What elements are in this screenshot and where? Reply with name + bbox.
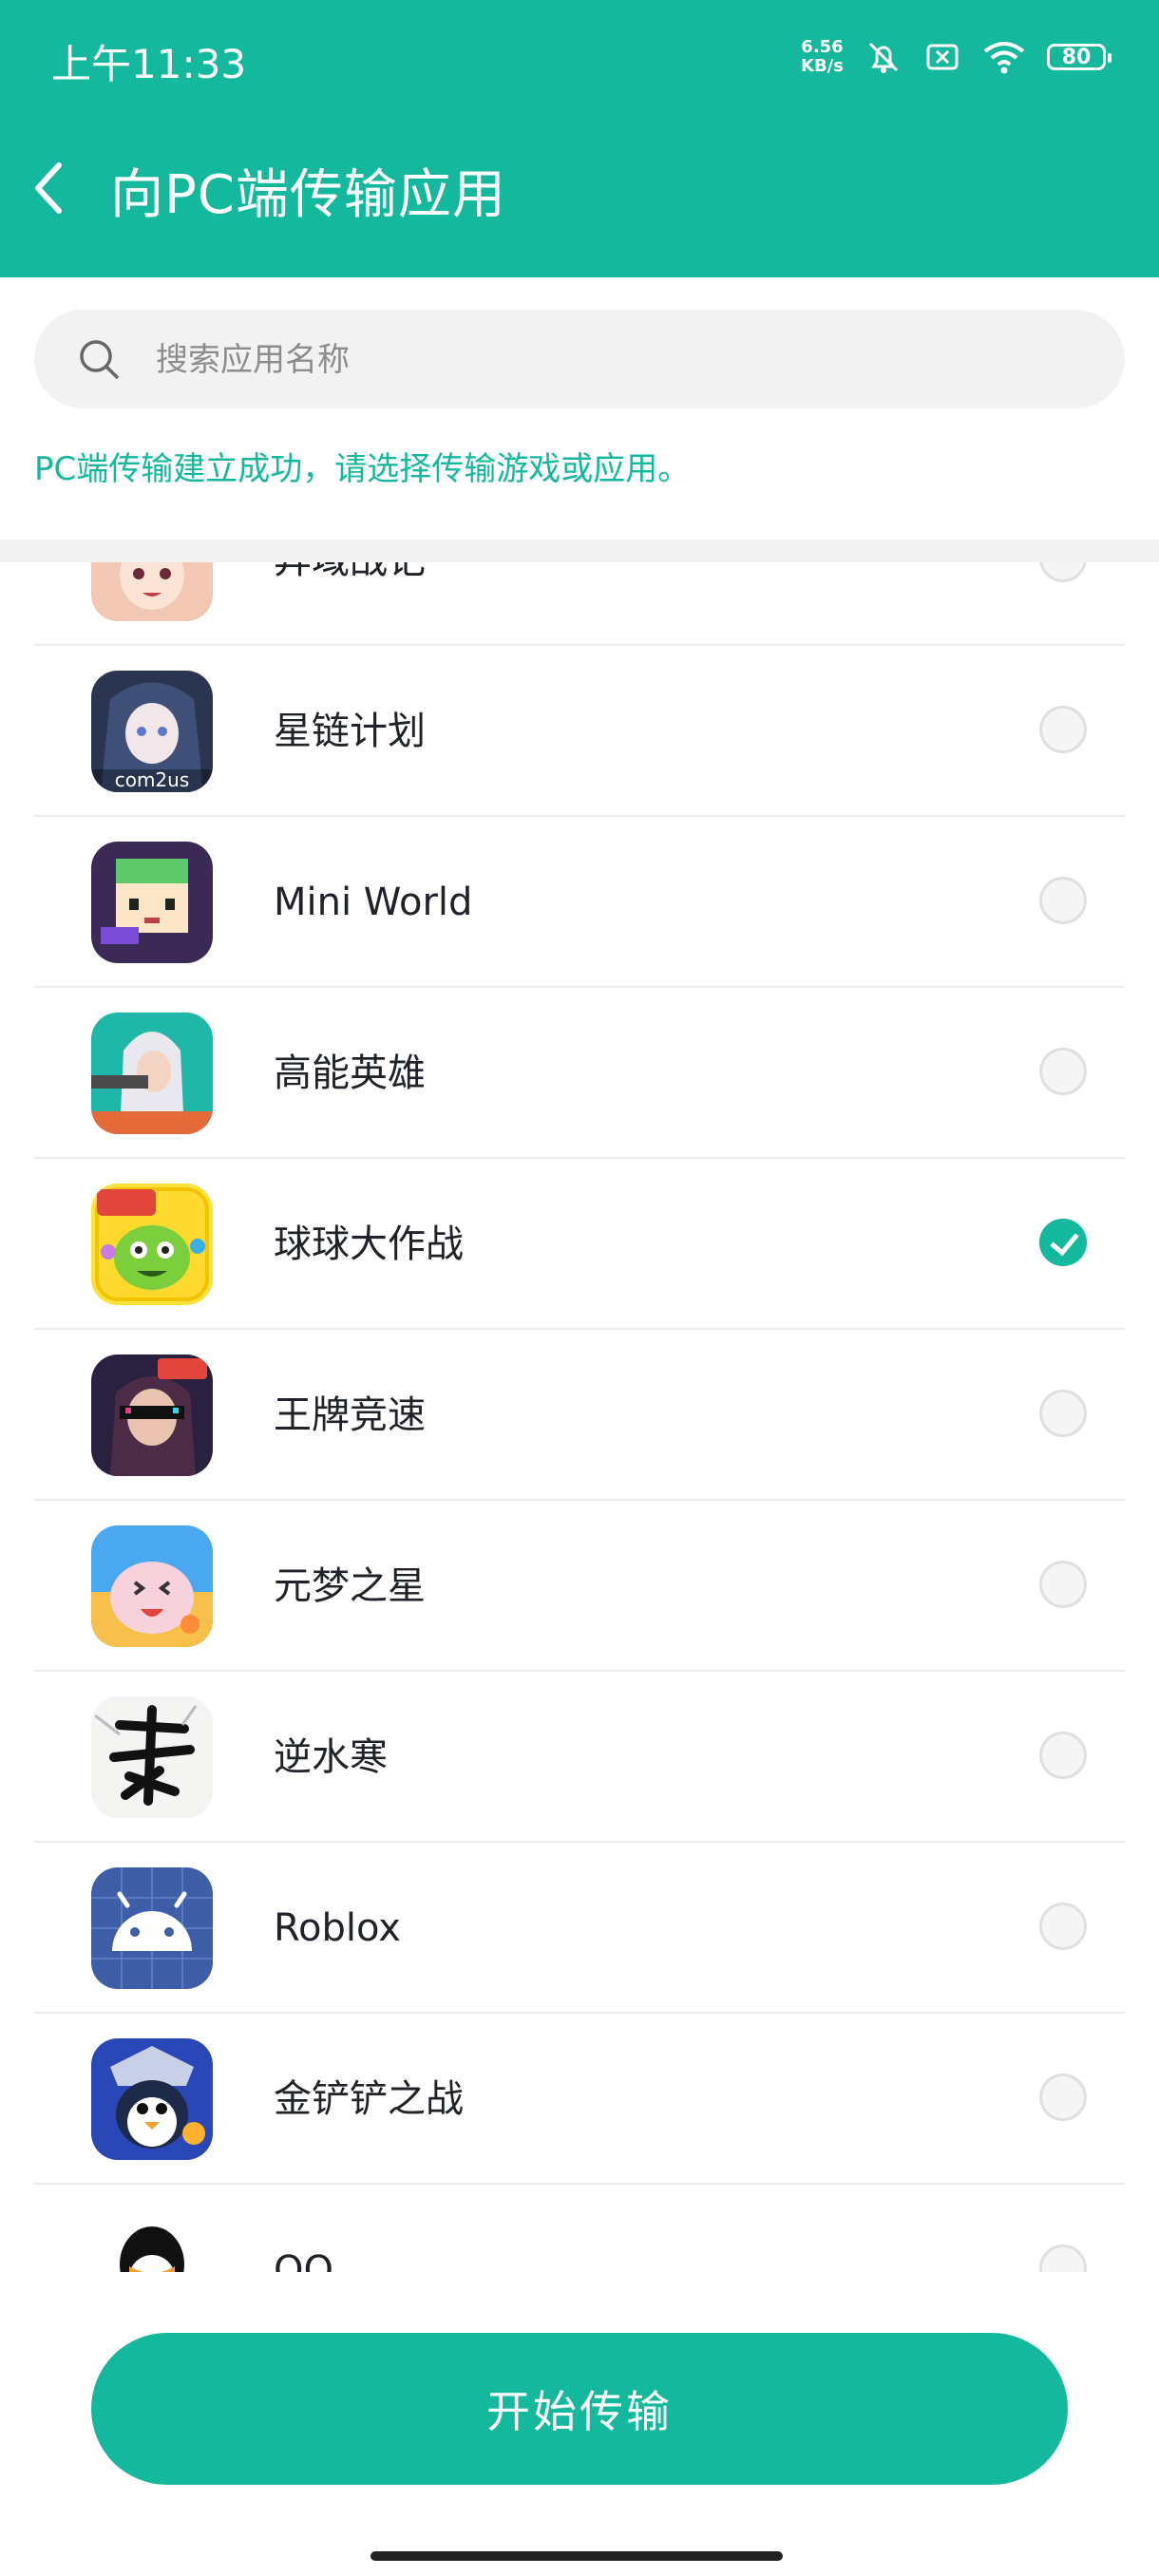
penguin-icon <box>91 2038 213 2160</box>
app-name: 高能英雄 <box>274 1051 426 1095</box>
home-indicator[interactable] <box>370 2551 783 2561</box>
select-radio[interactable] <box>1039 1048 1087 1095</box>
hooded-hero-icon <box>91 1013 213 1134</box>
android-icon <box>91 1867 213 1989</box>
pink-cat-icon <box>91 1525 213 1647</box>
select-radio[interactable] <box>1039 1390 1087 1437</box>
green-blob-icon <box>91 1184 213 1305</box>
select-radio-checked[interactable] <box>1039 1219 1087 1266</box>
list-item[interactable]: 元梦之星 <box>0 1501 1159 1672</box>
list-item[interactable]: 逆水寒 <box>0 1672 1159 1843</box>
bell-muted-icon <box>868 42 899 73</box>
app-header: 上午11:33 6.56 KB/s 80 向PC端传输应用 <box>0 0 1159 277</box>
select-radio[interactable] <box>1039 1732 1087 1779</box>
calligraphy-icon <box>91 1696 213 1818</box>
list-item[interactable]: QQ <box>0 2185 1159 2272</box>
status-hint: PC端传输建立成功，请选择传输游戏或应用。 <box>34 450 691 488</box>
chevron-left-icon <box>35 162 62 214</box>
list-item[interactable]: 球球大作战 <box>0 1159 1159 1330</box>
list-item[interactable]: 王牌竞速 <box>0 1330 1159 1501</box>
select-radio[interactable] <box>1039 2245 1087 2272</box>
back-button[interactable] <box>32 150 80 226</box>
select-radio[interactable] <box>1039 1561 1087 1608</box>
list-item[interactable]: 异域战记 <box>0 562 1159 646</box>
list-item[interactable]: Mini World <box>0 817 1159 988</box>
battery-icon: 80 <box>1047 44 1112 70</box>
app-name: 王牌竞速 <box>274 1393 426 1437</box>
search-input[interactable] <box>154 310 1089 410</box>
wifi-icon <box>983 42 1025 74</box>
search-bar[interactable] <box>34 310 1125 410</box>
search-icon <box>80 340 119 379</box>
anime-girl-icon <box>91 562 213 621</box>
svg-text:com2us: com2us <box>115 768 190 791</box>
select-radio[interactable] <box>1039 2074 1087 2121</box>
app-name: Roblox <box>274 1906 401 1950</box>
select-radio[interactable] <box>1039 877 1087 924</box>
status-icons: 6.56 KB/s 80 <box>801 34 1112 80</box>
network-speed: 6.56 KB/s <box>801 37 844 76</box>
list-item[interactable]: com2us 星链计划 <box>0 646 1159 817</box>
page-title: 向PC端传输应用 <box>110 164 506 226</box>
app-name: 球球大作战 <box>274 1222 464 1266</box>
app-name: 异域战记 <box>274 562 426 646</box>
select-radio[interactable] <box>1039 1903 1087 1950</box>
app-name: QQ <box>274 2248 333 2272</box>
start-transfer-button[interactable]: 开始传输 <box>91 2333 1068 2485</box>
racer-icon <box>91 1354 213 1476</box>
section-divider <box>0 540 1159 562</box>
app-list[interactable]: 异域战记 com2us 星链计划 <box>0 562 1159 2272</box>
list-item[interactable]: 高能英雄 <box>0 988 1159 1159</box>
select-radio[interactable] <box>1039 562 1087 582</box>
block-character-icon <box>91 842 213 963</box>
app-name: 金铲铲之战 <box>274 2077 464 2121</box>
select-radio[interactable] <box>1039 706 1087 753</box>
anime-girl-icon: com2us <box>91 671 213 792</box>
qq-penguin-icon <box>91 2209 213 2272</box>
status-time: 上午11:33 <box>51 41 247 87</box>
sim-missing-icon <box>926 44 959 70</box>
app-name: Mini World <box>274 881 473 924</box>
app-name: 逆水寒 <box>274 1735 388 1779</box>
list-item[interactable]: 金铲铲之战 <box>0 2014 1159 2185</box>
app-name: 元梦之星 <box>274 1564 426 1608</box>
app-name: 星链计划 <box>274 710 426 753</box>
list-item[interactable]: Roblox <box>0 1843 1159 2014</box>
